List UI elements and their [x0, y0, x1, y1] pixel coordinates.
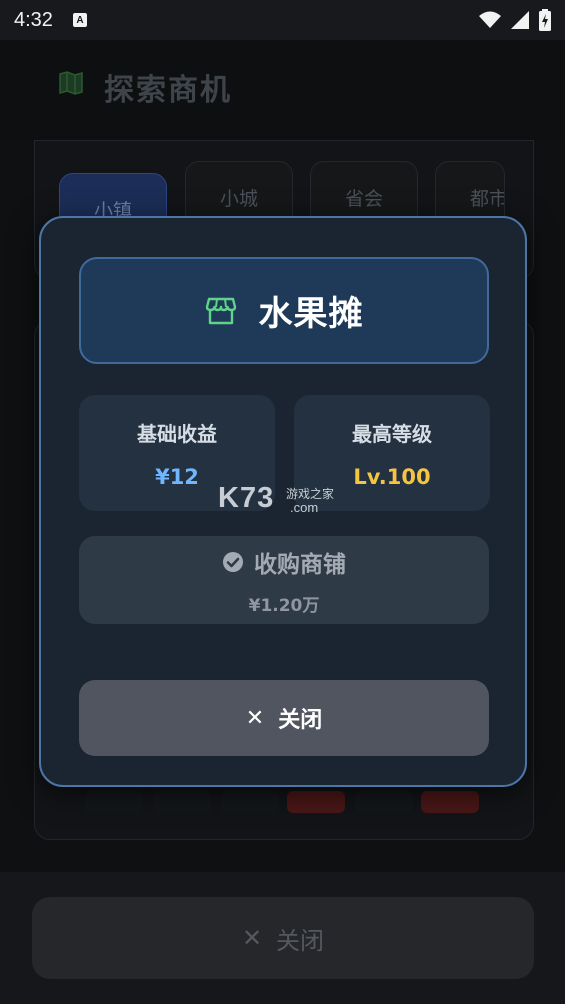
status-bar: 4:32 A: [0, 0, 565, 40]
battery-icon: [539, 9, 551, 31]
stat-label: 基础收益: [137, 421, 217, 446]
watermark-domain: .com: [290, 500, 319, 515]
close-icon: ✕: [245, 705, 265, 731]
buy-label: 收购商铺: [254, 551, 346, 578]
status-icons: [479, 9, 551, 31]
close-icon: ✕: [241, 924, 263, 952]
notification-icon: A: [72, 13, 87, 27]
buy-shop-button[interactable]: 收购商铺 ¥1.20万: [79, 536, 489, 624]
footer-close-label: 关闭: [276, 926, 325, 955]
page-header: 探索商机: [0, 40, 565, 140]
page-footer: ✕ 关闭: [0, 872, 565, 1004]
buy-price: ¥1.20万: [248, 595, 320, 616]
stat-label: 最高等级: [352, 421, 432, 446]
wifi-icon: [479, 11, 501, 28]
signal-icon: [511, 11, 529, 29]
stat-value: Lv.100: [353, 464, 431, 489]
grid-cell: [421, 791, 479, 813]
store-icon: [205, 297, 236, 324]
shop-header: 水果摊: [79, 257, 489, 364]
grid-cell: [355, 791, 413, 813]
grid-cell: [153, 791, 211, 813]
shop-name: 水果摊: [258, 294, 364, 334]
modal-close-button[interactable]: ✕ 关闭: [79, 680, 489, 756]
buy-title: 收购商铺: [222, 545, 346, 579]
status-time: 4:32: [14, 8, 53, 31]
footer-close-button[interactable]: ✕ 关闭: [32, 897, 534, 979]
grid-cell: [221, 791, 279, 813]
check-circle-icon: [223, 551, 243, 572]
stat-value: ¥12: [155, 464, 199, 489]
map-icon: [59, 71, 83, 95]
grid-cell: [287, 791, 345, 813]
k73-watermark-logo: K73 游戏之家 .com: [218, 482, 348, 522]
grid-cell: [85, 791, 143, 813]
watermark-brand: K73: [218, 482, 275, 514]
page-title: 探索商机: [104, 73, 232, 108]
modal-close-label: 关闭: [278, 708, 323, 733]
